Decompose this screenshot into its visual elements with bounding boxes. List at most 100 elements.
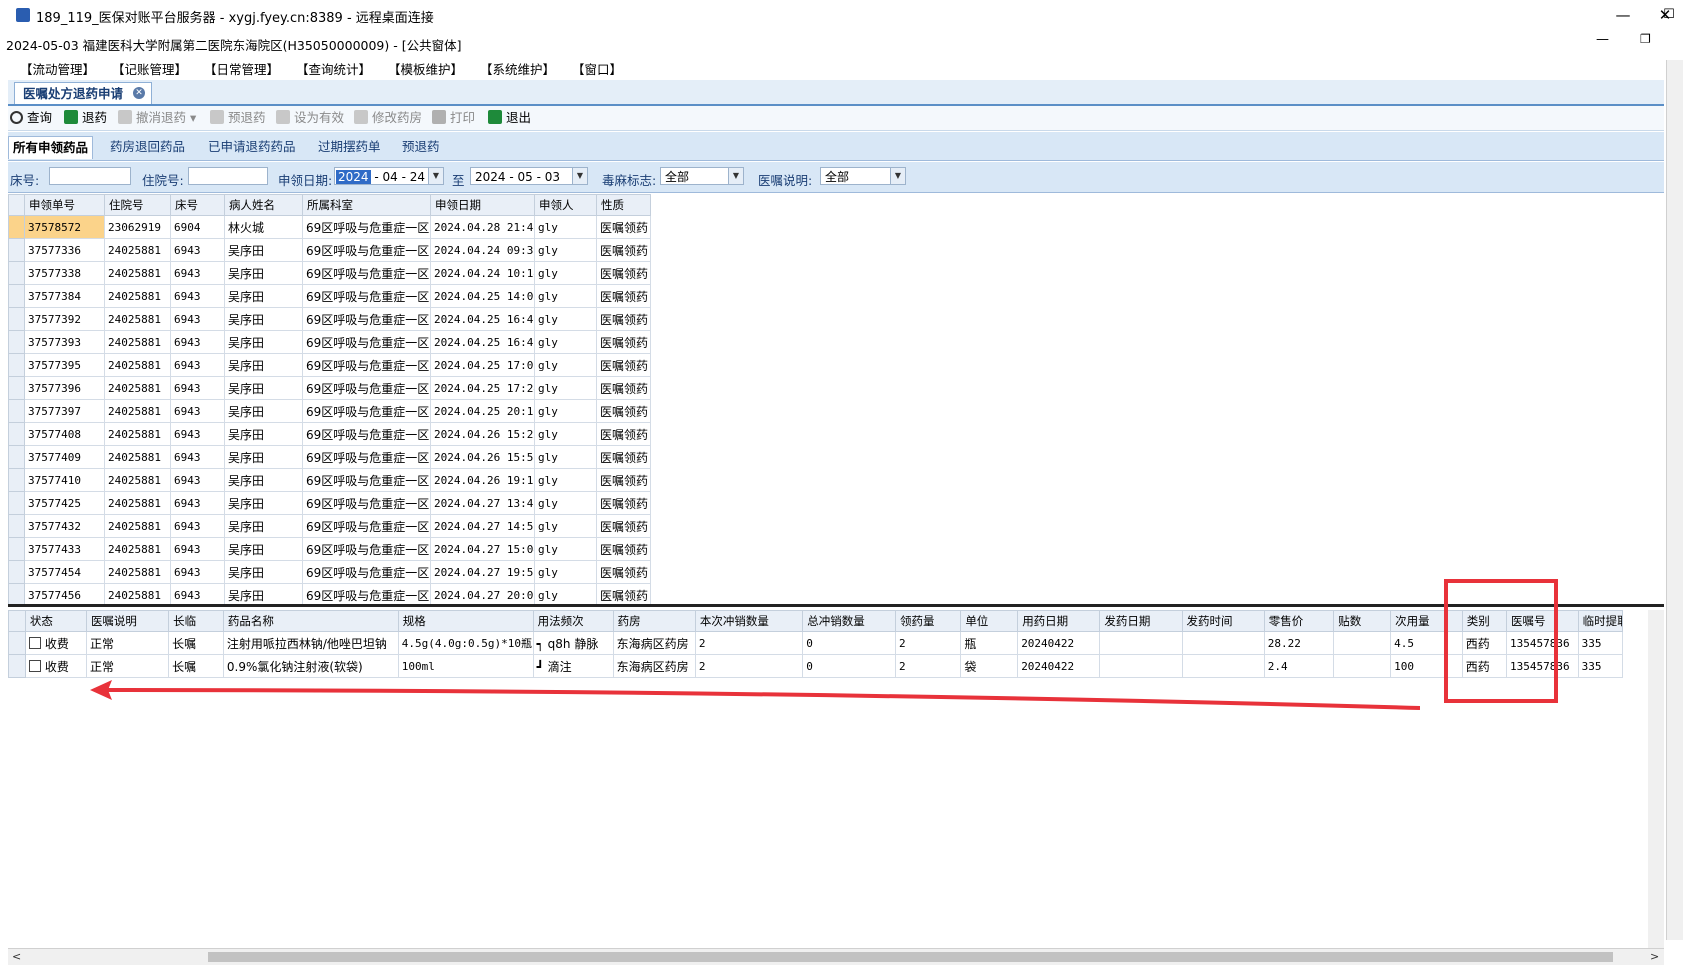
table-row[interactable]: 37577384 24025881 6943 吴序田 69区呼吸与危重症一区 2024.0… bbox=[8, 284, 651, 308]
table-row[interactable]: 37577432 24025881 6943 吴序田 69区呼吸与危重症一区 2024.0… bbox=[8, 514, 651, 538]
mdi-restore-button[interactable]: ❐ bbox=[1640, 32, 1651, 46]
grid-splitter[interactable] bbox=[8, 604, 1664, 607]
upper_grid-column-header[interactable]: 住院号 bbox=[104, 194, 171, 216]
lower_grid-column-header[interactable]: 总冲销数量 bbox=[802, 610, 896, 632]
query-button[interactable]: 查询 bbox=[10, 109, 52, 127]
lower_grid-column-header[interactable]: 单位 bbox=[960, 610, 1019, 632]
exit-button[interactable]: 退出 bbox=[488, 109, 531, 127]
tab-all-requested[interactable]: 所有申领药品 bbox=[8, 136, 94, 159]
print-button[interactable]: 打印 bbox=[432, 109, 475, 127]
set-valid-button[interactable]: 设为有效 bbox=[276, 109, 344, 127]
poison-select[interactable]: 全部 ▼ bbox=[660, 167, 744, 185]
upper_grid-column-header[interactable]: 床号 bbox=[170, 194, 225, 216]
row-indicator[interactable] bbox=[8, 422, 25, 446]
row-indicator[interactable] bbox=[8, 261, 25, 285]
row-checkbox[interactable] bbox=[28, 636, 41, 649]
select-all-corner[interactable] bbox=[8, 610, 26, 632]
row-indicator[interactable] bbox=[8, 215, 25, 239]
menu-accounting[interactable]: 【记账管理】 bbox=[112, 59, 187, 78]
row-indicator[interactable] bbox=[8, 376, 25, 400]
upper_grid-column-header[interactable]: 所属科室 bbox=[302, 194, 431, 216]
table-row[interactable]: 37577397 24025881 6943 吴序田 69区呼吸与危重症一区 2024.0… bbox=[8, 399, 651, 423]
table-row[interactable]: 37577433 24025881 6943 吴序田 69区呼吸与危重症一区 2024.0… bbox=[8, 537, 651, 561]
table-row[interactable]: 37577395 24025881 6943 吴序田 69区呼吸与危重症一区 2024.0… bbox=[8, 353, 651, 377]
tab-pharmacy-returned[interactable]: 药房退回药品 bbox=[106, 136, 189, 158]
inpatient-input[interactable] bbox=[188, 167, 268, 185]
table-row[interactable]: 37577392 24025881 6943 吴序田 69区呼吸与危重症一区 2024.0… bbox=[8, 307, 651, 331]
date-from-dropdown-icon[interactable]: ▼ bbox=[428, 168, 443, 184]
horizontal-scrollbar[interactable]: < > bbox=[8, 948, 1664, 965]
table-row[interactable]: 37577409 24025881 6943 吴序田 69区呼吸与危重症一区 2024.0… bbox=[8, 445, 651, 469]
table-row[interactable]: 37577336 24025881 6943 吴序田 69区呼吸与危重症一区 2024.0… bbox=[8, 238, 651, 262]
menu-query-stats[interactable]: 【查询统计】 bbox=[296, 59, 371, 78]
detail-vertical-scrollbar[interactable] bbox=[1648, 610, 1664, 948]
scroll-left-icon[interactable]: < bbox=[12, 950, 21, 963]
scroll-thumb[interactable] bbox=[208, 952, 1613, 962]
lower_grid-column-header[interactable]: 用法频次 bbox=[532, 610, 614, 632]
row-indicator[interactable] bbox=[8, 353, 25, 377]
row-checkbox[interactable] bbox=[28, 659, 41, 672]
close-tab-icon[interactable]: ✕ bbox=[133, 87, 146, 99]
date-to-dropdown-icon[interactable]: ▼ bbox=[572, 168, 587, 184]
table-row[interactable]: 37577454 24025881 6943 吴序田 69区呼吸与危重症一区 2024.0… bbox=[8, 560, 651, 584]
lower_grid-column-header[interactable]: 本次冲销数量 bbox=[694, 610, 804, 632]
menu-template[interactable]: 【模板维护】 bbox=[388, 59, 463, 78]
date-to-input[interactable]: 2024 - 05 - 03 ▼ bbox=[470, 167, 588, 185]
note-dropdown-icon[interactable]: ▼ bbox=[890, 168, 905, 184]
lower_grid-column-header[interactable]: 用药日期 bbox=[1017, 610, 1101, 632]
lower_grid-column-header[interactable]: 领药量 bbox=[894, 610, 962, 632]
lower_grid-column-header[interactable]: 药品名称 bbox=[222, 610, 399, 632]
menu-daily[interactable]: 【日常管理】 bbox=[204, 59, 279, 78]
lower_grid-column-header[interactable]: 医嘱说明 bbox=[85, 610, 170, 632]
return-drug-button[interactable]: 退药 bbox=[64, 109, 107, 127]
row-indicator[interactable] bbox=[8, 238, 25, 262]
tab-expired-dispense[interactable]: 过期摆药单 bbox=[314, 136, 385, 158]
window-vertical-scrollbar[interactable] bbox=[1666, 60, 1683, 940]
row-indicator[interactable] bbox=[8, 631, 26, 655]
lower_grid-column-header[interactable]: 零售价 bbox=[1263, 610, 1335, 632]
row-indicator[interactable] bbox=[8, 514, 25, 538]
table-row[interactable]: 37577393 24025881 6943 吴序田 69区呼吸与危重症一区 2024.0… bbox=[8, 330, 651, 354]
select-all-corner[interactable] bbox=[8, 194, 25, 216]
lower_grid-column-header[interactable]: 发药时间 bbox=[1181, 610, 1265, 632]
table-row[interactable]: 收费 正常 长嘱 注射用哌拉西林钠/他唑巴坦钠 4.5g(4.0g:0.5g)*10瓶 ┑… bbox=[8, 631, 1624, 655]
row-indicator[interactable] bbox=[8, 537, 25, 561]
pre-return-button[interactable]: 预退药 bbox=[210, 109, 266, 127]
table-row[interactable]: 37577338 24025881 6943 吴序田 69区呼吸与危重症一区 2024.0… bbox=[8, 261, 651, 285]
table-row[interactable]: 37577396 24025881 6943 吴序田 69区呼吸与危重症一区 2024.0… bbox=[8, 376, 651, 400]
lower_grid-column-header[interactable]: 贴数 bbox=[1333, 610, 1392, 632]
bed-input[interactable] bbox=[49, 167, 131, 185]
table-row[interactable]: 37577410 24025881 6943 吴序田 69区呼吸与危重症一区 2024.0… bbox=[8, 468, 651, 492]
lower_grid-column-header[interactable]: 状态 bbox=[24, 610, 87, 632]
menu-system[interactable]: 【系统维护】 bbox=[480, 59, 555, 78]
row-indicator[interactable] bbox=[8, 560, 25, 584]
row-indicator[interactable] bbox=[8, 307, 25, 331]
modify-pharmacy-button[interactable]: 修改药房 bbox=[354, 109, 422, 127]
row-indicator[interactable] bbox=[8, 284, 25, 308]
lower_grid-column-header[interactable]: 发药日期 bbox=[1099, 610, 1183, 632]
upper_grid-column-header[interactable]: 申领人 bbox=[534, 194, 597, 216]
table-row[interactable]: 37577425 24025881 6943 吴序田 69区呼吸与危重症一区 2024.0… bbox=[8, 491, 651, 515]
scroll-right-icon[interactable]: > bbox=[1650, 950, 1659, 963]
upper_grid-column-header[interactable]: 申领单号 bbox=[24, 194, 105, 216]
row-indicator[interactable] bbox=[8, 399, 25, 423]
doc-tab-return-request[interactable]: 医嘱处方退药申请 ✕ bbox=[14, 82, 153, 104]
menu-window[interactable]: 【窗口】 bbox=[572, 59, 622, 78]
row-indicator[interactable] bbox=[8, 330, 25, 354]
table-row[interactable]: 37577408 24025881 6943 吴序田 69区呼吸与危重症一区 2024.0… bbox=[8, 422, 651, 446]
cancel-return-button[interactable]: 撤消退药 ▾ bbox=[118, 109, 196, 127]
menu-flow[interactable]: 【流动管理】 bbox=[20, 59, 95, 78]
note-select[interactable]: 全部 ▼ bbox=[820, 167, 906, 185]
lower_grid-column-header[interactable]: 长临 bbox=[168, 610, 224, 632]
lower_grid-column-header[interactable]: 药房 bbox=[612, 610, 696, 632]
row-indicator[interactable] bbox=[8, 468, 25, 492]
lower_grid-column-header[interactable]: 规格 bbox=[397, 610, 534, 632]
upper_grid-column-header[interactable]: 性质 bbox=[596, 194, 651, 216]
date-from-input[interactable]: 2024 - 04 - 24 ▼ bbox=[334, 167, 444, 185]
upper_grid-column-header[interactable]: 病人姓名 bbox=[224, 194, 303, 216]
close-window-button[interactable]: ✕ bbox=[1650, 4, 1680, 26]
upper_grid-column-header[interactable]: 申领日期 bbox=[430, 194, 535, 216]
table-row[interactable]: 37578572 23062919 6904 林火城 69区呼吸与危重症一区 2024.0… bbox=[8, 215, 651, 239]
lower_grid-column-header[interactable]: 临时提取ID bbox=[1577, 610, 1624, 632]
row-indicator[interactable] bbox=[8, 445, 25, 469]
